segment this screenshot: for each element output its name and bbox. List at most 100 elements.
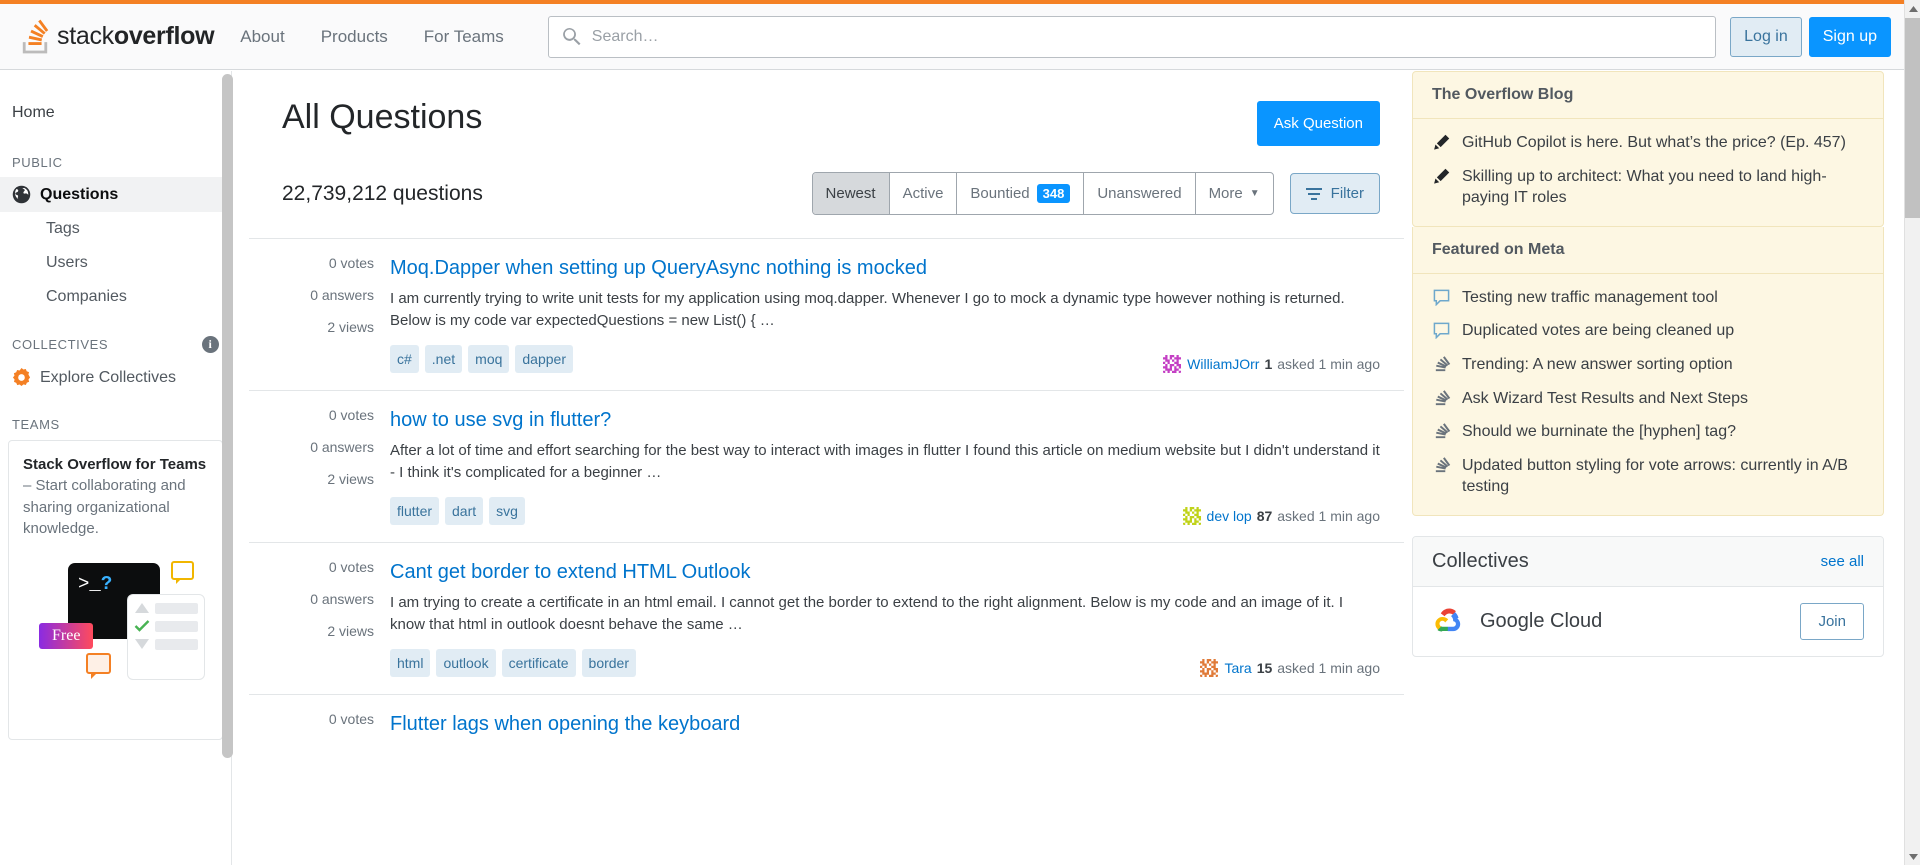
- view-count: 2 views: [282, 320, 374, 334]
- sort-tabs: Newest Active Bountied 348 Unanswered Mo…: [812, 172, 1274, 215]
- meta-item-text: Ask Wizard Test Results and Next Steps: [1462, 388, 1748, 410]
- filter-button[interactable]: Filter: [1290, 173, 1380, 214]
- terminal-question-text: ?: [101, 573, 112, 595]
- avatar[interactable]: [1200, 659, 1218, 677]
- tag[interactable]: dart: [445, 497, 483, 525]
- site-header: stackoverflow About Products For Teams S…: [0, 4, 1904, 70]
- tag[interactable]: dapper: [515, 345, 573, 373]
- meta-list-item[interactable]: Ask Wizard Test Results and Next Steps: [1432, 388, 1864, 410]
- overflow-blog-list: GitHub Copilot is here. But what’s the p…: [1413, 119, 1883, 226]
- join-collective-button[interactable]: Join: [1800, 603, 1864, 640]
- nav-for-teams[interactable]: For Teams: [412, 4, 516, 70]
- scrollbar-thumb[interactable]: [1905, 18, 1920, 218]
- stackoverflow-logo[interactable]: stackoverflow: [12, 4, 222, 69]
- tag[interactable]: html: [390, 649, 430, 677]
- avatar[interactable]: [1163, 355, 1181, 373]
- avatar[interactable]: [1183, 507, 1201, 525]
- tag[interactable]: c#: [390, 345, 419, 373]
- sidebar-section-public: PUBLIC: [0, 155, 231, 170]
- blog-list-item[interactable]: GitHub Copilot is here. But what’s the p…: [1432, 132, 1864, 154]
- question-timestamp: asked 1 min ago: [1277, 356, 1380, 372]
- collectives-see-all-link[interactable]: see all: [1821, 553, 1864, 570]
- question-body: how to use svg in flutter? After a lot o…: [390, 408, 1380, 525]
- question-excerpt: I am currently trying to write unit test…: [390, 288, 1380, 332]
- logo-text-bold: overflow: [114, 22, 214, 50]
- vote-count: 0 votes: [282, 256, 374, 270]
- question-footer: flutter dart svg dev lop 87 asked 1 min …: [390, 497, 1380, 525]
- meta-item-text: Duplicated votes are being cleaned up: [1462, 320, 1734, 342]
- tag[interactable]: outlook: [436, 649, 495, 677]
- question-list-item[interactable]: 0 votes Flutter lags when opening the ke…: [249, 694, 1404, 761]
- sidebar-item-users[interactable]: Users: [0, 246, 231, 280]
- question-author[interactable]: dev lop: [1207, 508, 1252, 524]
- scrollbar-down-arrow-icon[interactable]: [1905, 848, 1920, 865]
- nav-products[interactable]: Products: [309, 4, 400, 70]
- author-reputation: 1: [1264, 356, 1272, 372]
- sidebar-item-home[interactable]: Home: [0, 93, 231, 133]
- tab-bountied[interactable]: Bountied 348: [957, 173, 1084, 214]
- tab-unanswered[interactable]: Unanswered: [1084, 173, 1195, 214]
- tag[interactable]: border: [582, 649, 636, 677]
- scrollbar-up-arrow-icon[interactable]: [1905, 0, 1920, 17]
- sidebar-item-explore-collectives[interactable]: Explore Collectives: [0, 360, 231, 395]
- meta-item-text: Should we burninate the [hyphen] tag?: [1462, 421, 1736, 443]
- blog-list-item[interactable]: Skilling up to architect: What you need …: [1432, 166, 1864, 209]
- sidebar-scrollbar[interactable]: [222, 74, 233, 758]
- search-input[interactable]: Search…: [548, 16, 1716, 58]
- tag[interactable]: svg: [489, 497, 525, 525]
- stacks-icon: [1432, 423, 1451, 440]
- yellow-speech-bubble-icon: [171, 561, 194, 580]
- tag[interactable]: .net: [425, 345, 462, 373]
- bountied-count-badge: 348: [1037, 184, 1071, 203]
- collective-name[interactable]: Google Cloud: [1480, 610, 1800, 633]
- sidebar-item-companies[interactable]: Companies: [0, 280, 231, 314]
- collectives-star-icon: [12, 368, 31, 387]
- vote-card-row-check: [134, 620, 198, 632]
- author-reputation: 15: [1257, 660, 1273, 676]
- sidebar-item-tags[interactable]: Tags: [0, 212, 231, 246]
- login-button[interactable]: Log in: [1730, 17, 1802, 57]
- question-list-item[interactable]: 0 votes 0 answers 2 views Cant get borde…: [249, 542, 1404, 694]
- teams-promo-bold: Stack Overflow for Teams: [23, 456, 206, 473]
- teams-promo-card[interactable]: Stack Overflow for Teams – Start collabo…: [8, 440, 223, 740]
- logo-wordmark: stackoverflow: [57, 22, 214, 51]
- sidebar-item-questions[interactable]: Questions: [0, 177, 231, 212]
- speech-bubble-icon: [1432, 289, 1451, 306]
- stacks-icon: [1432, 390, 1451, 407]
- tag[interactable]: moq: [468, 345, 509, 373]
- question-title-link[interactable]: Flutter lags when opening the keyboard: [390, 712, 1380, 736]
- question-title-link[interactable]: how to use svg in flutter?: [390, 408, 1380, 432]
- signup-button[interactable]: Sign up: [1809, 17, 1891, 57]
- question-title-link[interactable]: Moq.Dapper when setting up QueryAsync no…: [390, 256, 1380, 280]
- nav-about[interactable]: About: [228, 4, 296, 70]
- collectives-widget-header: Collectives see all: [1413, 537, 1883, 587]
- check-icon: [134, 620, 150, 632]
- meta-list-item[interactable]: Should we burninate the [hyphen] tag?: [1432, 421, 1864, 443]
- tab-more[interactable]: More ▼: [1196, 173, 1273, 214]
- tag[interactable]: certificate: [502, 649, 576, 677]
- ask-question-button[interactable]: Ask Question: [1257, 101, 1380, 146]
- teams-promo-rest: – Start collaborating and sharing organi…: [23, 477, 186, 537]
- browser-scrollbar[interactable]: [1904, 0, 1920, 865]
- question-title-link[interactable]: Cant get border to extend HTML Outlook: [390, 560, 1380, 584]
- meta-item-text: Testing new traffic management tool: [1462, 287, 1718, 309]
- tab-active-label: Active: [903, 185, 944, 202]
- tag[interactable]: flutter: [390, 497, 439, 525]
- meta-list-item[interactable]: Testing new traffic management tool: [1432, 287, 1864, 309]
- info-icon[interactable]: i: [202, 336, 219, 353]
- question-list-item[interactable]: 0 votes 0 answers 2 views how to use svg…: [249, 390, 1404, 542]
- question-author[interactable]: WilliamJOrr: [1187, 356, 1259, 372]
- meta-list-item[interactable]: Trending: A new answer sorting option: [1432, 354, 1864, 376]
- overflow-blog-title: The Overflow Blog: [1413, 72, 1883, 119]
- meta-list-item[interactable]: Duplicated votes are being cleaned up: [1432, 320, 1864, 342]
- tab-active[interactable]: Active: [890, 173, 958, 214]
- tab-newest[interactable]: Newest: [813, 173, 890, 214]
- pencil-icon: [1432, 134, 1451, 151]
- question-list-item[interactable]: 0 votes 0 answers 2 views Moq.Dapper whe…: [249, 238, 1404, 390]
- question-stats: 0 votes 0 answers 2 views: [282, 256, 390, 373]
- sidebar-section-teams: TEAMS: [0, 417, 231, 432]
- meta-list-item[interactable]: Updated button styling for vote arrows: …: [1432, 455, 1864, 498]
- question-stats: 0 votes 0 answers 2 views: [282, 408, 390, 525]
- overflow-blog-widget: The Overflow Blog GitHub Copilot is here…: [1412, 71, 1884, 227]
- question-author[interactable]: Tara: [1224, 660, 1251, 676]
